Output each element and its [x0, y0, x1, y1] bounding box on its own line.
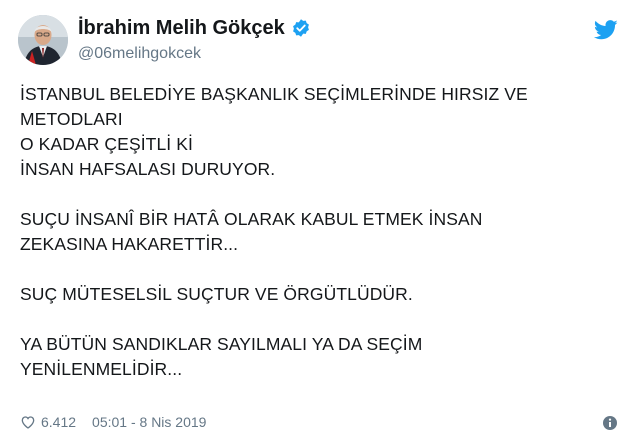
author-handle[interactable]: @06melihgokcek [78, 44, 201, 64]
tweet-paragraph: SUÇU İNSANÎ BİR HATÂ OLARAK KABUL ETMEK … [20, 207, 620, 257]
tweet-line: İNSAN HAFSALASI DURUYOR. [20, 159, 276, 179]
info-icon[interactable] [602, 415, 618, 431]
tweet-line: İSTANBUL BELEDİYE BAŞKANLIK SEÇİMLERİNDE… [20, 84, 528, 104]
tweet-line: METODLARI [20, 109, 123, 129]
tweet-line: O KADAR ÇEŞİTLİ Kİ [20, 134, 193, 154]
tweet-card: İbrahim Melih Gökçek @06melihgokcek İSTA… [0, 0, 640, 446]
tweet-paragraph: İSTANBUL BELEDİYE BAŞKANLIK SEÇİMLERİNDE… [20, 82, 620, 182]
tweet-line: SUÇU İNSANÎ BİR HATÂ OLARAK KABUL ETMEK … [20, 209, 483, 229]
tweet-paragraph: SUÇ MÜTESELSİL SUÇTUR VE ÖRGÜTLÜDÜR. [20, 282, 620, 307]
tweet-text: İSTANBUL BELEDİYE BAŞKANLIK SEÇİMLERİNDE… [20, 82, 620, 382]
avatar[interactable] [18, 15, 68, 65]
tweet-line: YA BÜTÜN SANDIKLAR SAYILMALI YA DA SEÇİM [20, 334, 423, 354]
verified-badge-icon [292, 19, 309, 37]
heart-icon[interactable] [20, 414, 36, 430]
twitter-bird-icon[interactable] [594, 20, 618, 40]
tweet-line: ZEKASINA HAKARETTİR... [20, 234, 239, 254]
author-row: İbrahim Melih Gökçek [78, 16, 311, 40]
tweet-timestamp[interactable]: 05:01 - 8 Nis 2019 [92, 414, 206, 430]
tweet-line: SUÇ MÜTESELSİL SUÇTUR VE ÖRGÜTLÜDÜR. [20, 284, 413, 304]
tweet-line: YENİLENMELİDİR... [20, 359, 183, 379]
tweet-footer: 6.412 05:01 - 8 Nis 2019 [20, 414, 206, 430]
like-count[interactable]: 6.412 [41, 414, 76, 430]
author-display-name[interactable]: İbrahim Melih Gökçek [78, 16, 285, 40]
tweet-paragraph: YA BÜTÜN SANDIKLAR SAYILMALI YA DA SEÇİM… [20, 332, 620, 382]
